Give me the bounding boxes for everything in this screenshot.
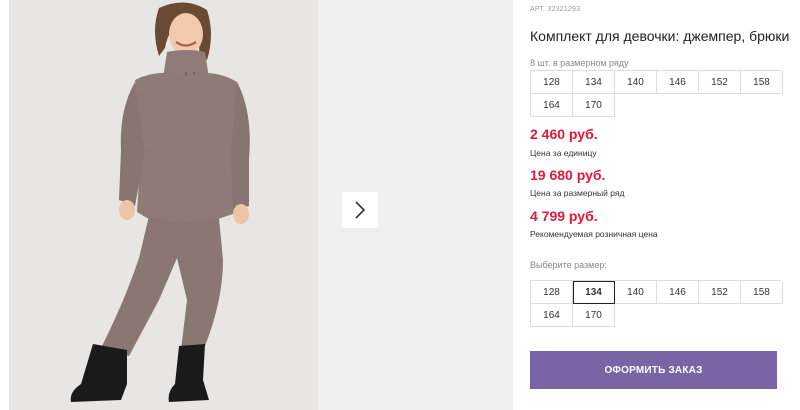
row-price-caption: Цена за размерный ряд: [530, 188, 625, 198]
unit-price: 2 460 руб.: [530, 126, 598, 142]
size-select-grid: 128 134 140 146 152 158 164 170: [530, 280, 783, 327]
size-option-128[interactable]: 128: [531, 281, 573, 304]
size-cell-134: 134: [573, 71, 615, 94]
article-value: 32321293: [547, 6, 581, 13]
product-title: Комплект для девочки: джемпер, брюки: [530, 28, 790, 44]
retail-price: 4 799 руб.: [530, 208, 598, 224]
size-option-152[interactable]: 152: [699, 281, 741, 304]
article-label: АРТ.: [530, 6, 546, 13]
article-number: АРТ. 32321293: [530, 6, 580, 13]
size-cell-146: 146: [657, 71, 699, 94]
size-cell-140: 140: [615, 71, 657, 94]
order-button[interactable]: ОФОРМИТЬ ЗАКАЗ: [530, 351, 777, 389]
row-price: 19 680 руб.: [530, 167, 606, 183]
size-option-134[interactable]: 134: [573, 281, 615, 304]
unit-price-caption: Цена за единицу: [530, 148, 597, 158]
chevron-right-icon: [355, 201, 366, 219]
size-cell-170: 170: [573, 94, 615, 117]
size-cell-152: 152: [699, 71, 741, 94]
girl-in-knit-set-image: [9, 0, 318, 410]
size-option-146[interactable]: 146: [657, 281, 699, 304]
size-select-label: Выберите размер:: [530, 260, 607, 270]
size-cell-158: 158: [741, 71, 783, 94]
size-option-140[interactable]: 140: [615, 281, 657, 304]
product-photo: [9, 0, 318, 410]
size-option-170[interactable]: 170: [573, 304, 615, 327]
size-cell-128: 128: [531, 71, 573, 94]
size-cell-164: 164: [531, 94, 573, 117]
size-row-label: 8 шт. в размерном ряду: [530, 58, 629, 68]
retail-price-caption: Рекомендуемая розничная цена: [530, 229, 658, 239]
size-row-grid: 128 134 140 146 152 158 164 170: [530, 70, 783, 117]
size-option-158[interactable]: 158: [741, 281, 783, 304]
gallery-next-button[interactable]: [342, 192, 378, 228]
size-option-164[interactable]: 164: [531, 304, 573, 327]
